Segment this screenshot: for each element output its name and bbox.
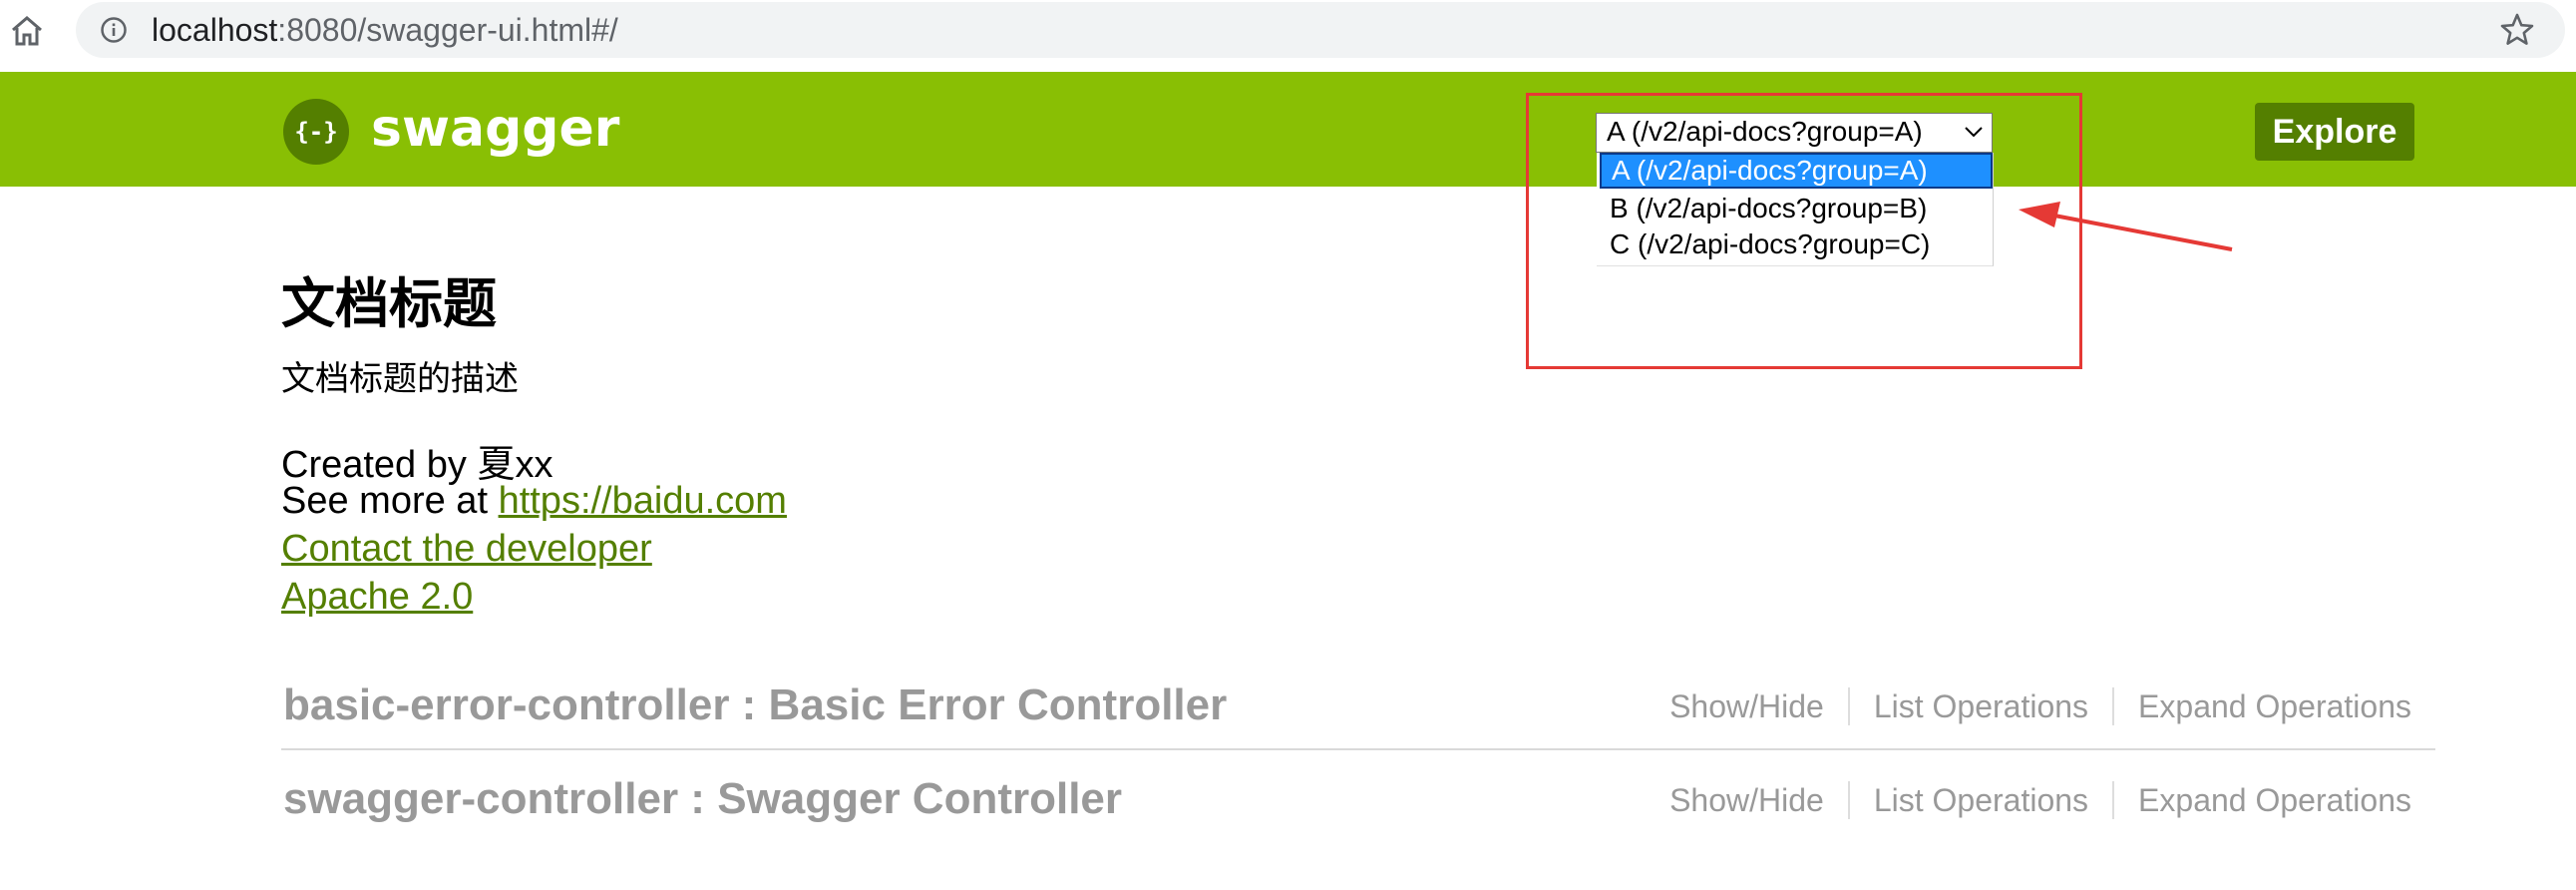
- show-hide-link[interactable]: Show/Hide: [1646, 778, 1848, 822]
- info-icon[interactable]: [100, 16, 128, 44]
- address-bar[interactable]: localhost:8080/swagger-ui.html#/: [76, 2, 2565, 58]
- doc-description: 文档标题的描述: [281, 360, 519, 398]
- expand-operations-link[interactable]: Expand Operations: [2114, 684, 2411, 728]
- url-text: localhost:8080/swagger-ui.html#/: [152, 11, 618, 49]
- explore-button[interactable]: Explore: [2255, 103, 2414, 161]
- list-operations-link[interactable]: List Operations: [1850, 778, 2112, 822]
- doc-title: 文档标题: [281, 274, 497, 334]
- contact-developer-link[interactable]: Contact the developer: [281, 527, 652, 571]
- swagger-logo-icon: {-}: [283, 99, 349, 165]
- annotation-arrow-icon: [2019, 202, 2233, 251]
- annotation-box: [1526, 93, 2082, 369]
- license-link[interactable]: Apache 2.0: [281, 575, 473, 619]
- expand-operations-link[interactable]: Expand Operations: [2114, 778, 2411, 822]
- logo-text: swagger: [371, 99, 620, 159]
- controller-resource: basic-error-controller : Basic Error Con…: [281, 670, 2435, 750]
- controller-ops: Show/Hide List Operations Expand Operati…: [1646, 778, 2411, 822]
- swagger-header: {-} swagger A (/v2/api-docs?group=A) Exp…: [0, 72, 2576, 187]
- list-operations-link[interactable]: List Operations: [1850, 684, 2112, 728]
- controller-title[interactable]: basic-error-controller : Basic Error Con…: [283, 670, 1227, 740]
- terms-link[interactable]: https://baidu.com: [499, 480, 787, 522]
- logo-glyph: {-}: [294, 118, 338, 146]
- show-hide-link[interactable]: Show/Hide: [1646, 684, 1848, 728]
- controller-resource: swagger-controller : Swagger Controller …: [281, 764, 2435, 854]
- home-icon[interactable]: [8, 12, 46, 50]
- url-path: :8080/swagger-ui.html#/: [277, 12, 618, 48]
- star-icon[interactable]: [2499, 12, 2535, 48]
- browser-toolbar: localhost:8080/swagger-ui.html#/: [0, 0, 2576, 72]
- see-more: See more at https://baidu.com: [281, 479, 787, 523]
- url-host: localhost: [152, 12, 278, 48]
- see-more-prefix: See more at: [281, 480, 499, 522]
- controller-ops: Show/Hide List Operations Expand Operati…: [1646, 684, 2411, 728]
- controller-title[interactable]: swagger-controller : Swagger Controller: [283, 764, 1122, 834]
